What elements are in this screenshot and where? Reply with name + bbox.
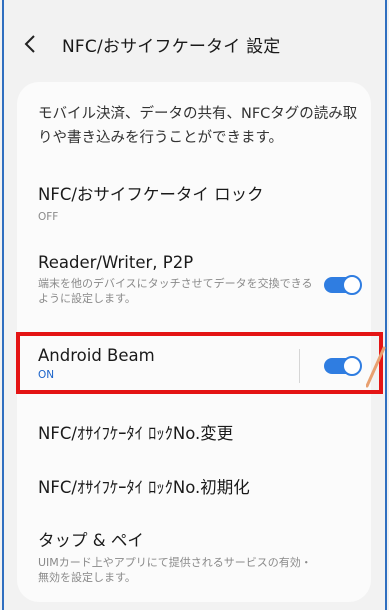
window-border-left bbox=[2, 0, 4, 610]
reader-writer-description: 端末を他のデバイスにタッチさせてデータを交換できるように設定します。 bbox=[38, 277, 313, 305]
chevron-left-icon bbox=[24, 35, 35, 53]
android-beam-status: ON bbox=[38, 369, 55, 381]
page-title: NFC/おサイフケータイ 設定 bbox=[62, 36, 281, 57]
android-beam-toggle[interactable] bbox=[324, 356, 362, 376]
tap-and-pay-item[interactable]: タップ & ペイ UIMカード上やアプリにて提供されるサービスの有効・無効を設定… bbox=[38, 527, 358, 585]
nfc-description: モバイル決済、データの共有、NFCタグの読み取りや書き込みを行うことができます。 bbox=[38, 106, 358, 146]
lock-number-change-item[interactable]: NFC/ｵｻｲﾌｹｰﾀｲ ﾛｯｸNo.変更 bbox=[38, 420, 358, 444]
back-button[interactable] bbox=[18, 32, 42, 56]
header: NFC/おサイフケータイ 設定 bbox=[18, 28, 281, 60]
android-beam-title: Android Beam bbox=[38, 346, 155, 365]
lock-number-reset-title: NFC/ｵｻｲﾌｹｰﾀｲ ﾛｯｸNo.初期化 bbox=[38, 478, 250, 497]
reader-writer-item[interactable]: Reader/Writer, P2P 端末を他のデバイスにタッチさせてデータを交… bbox=[38, 253, 358, 306]
nfc-lock-item[interactable]: NFC/おサイフケータイ ロック OFF bbox=[38, 181, 358, 223]
tap-and-pay-title: タップ & ペイ bbox=[38, 531, 144, 550]
toggle-divider bbox=[299, 349, 300, 383]
tap-and-pay-description: UIMカード上やアプリにて提供されるサービスの有効・無効を設定します。 bbox=[38, 556, 312, 584]
android-beam-item[interactable]: Android Beam ON bbox=[38, 346, 358, 381]
reader-writer-title: Reader/Writer, P2P bbox=[38, 253, 194, 272]
lock-number-change-title: NFC/ｵｻｲﾌｹｰﾀｲ ﾛｯｸNo.変更 bbox=[38, 424, 234, 443]
nfc-lock-title: NFC/おサイフケータイ ロック bbox=[38, 185, 264, 204]
toggle-knob bbox=[342, 356, 362, 376]
nfc-lock-status: OFF bbox=[38, 211, 59, 223]
settings-card bbox=[17, 82, 371, 602]
window-border-right bbox=[385, 0, 387, 610]
lock-number-reset-item[interactable]: NFC/ｵｻｲﾌｹｰﾀｲ ﾛｯｸNo.初期化 bbox=[38, 474, 358, 498]
reader-writer-toggle[interactable] bbox=[324, 275, 362, 295]
toggle-knob bbox=[342, 275, 362, 295]
